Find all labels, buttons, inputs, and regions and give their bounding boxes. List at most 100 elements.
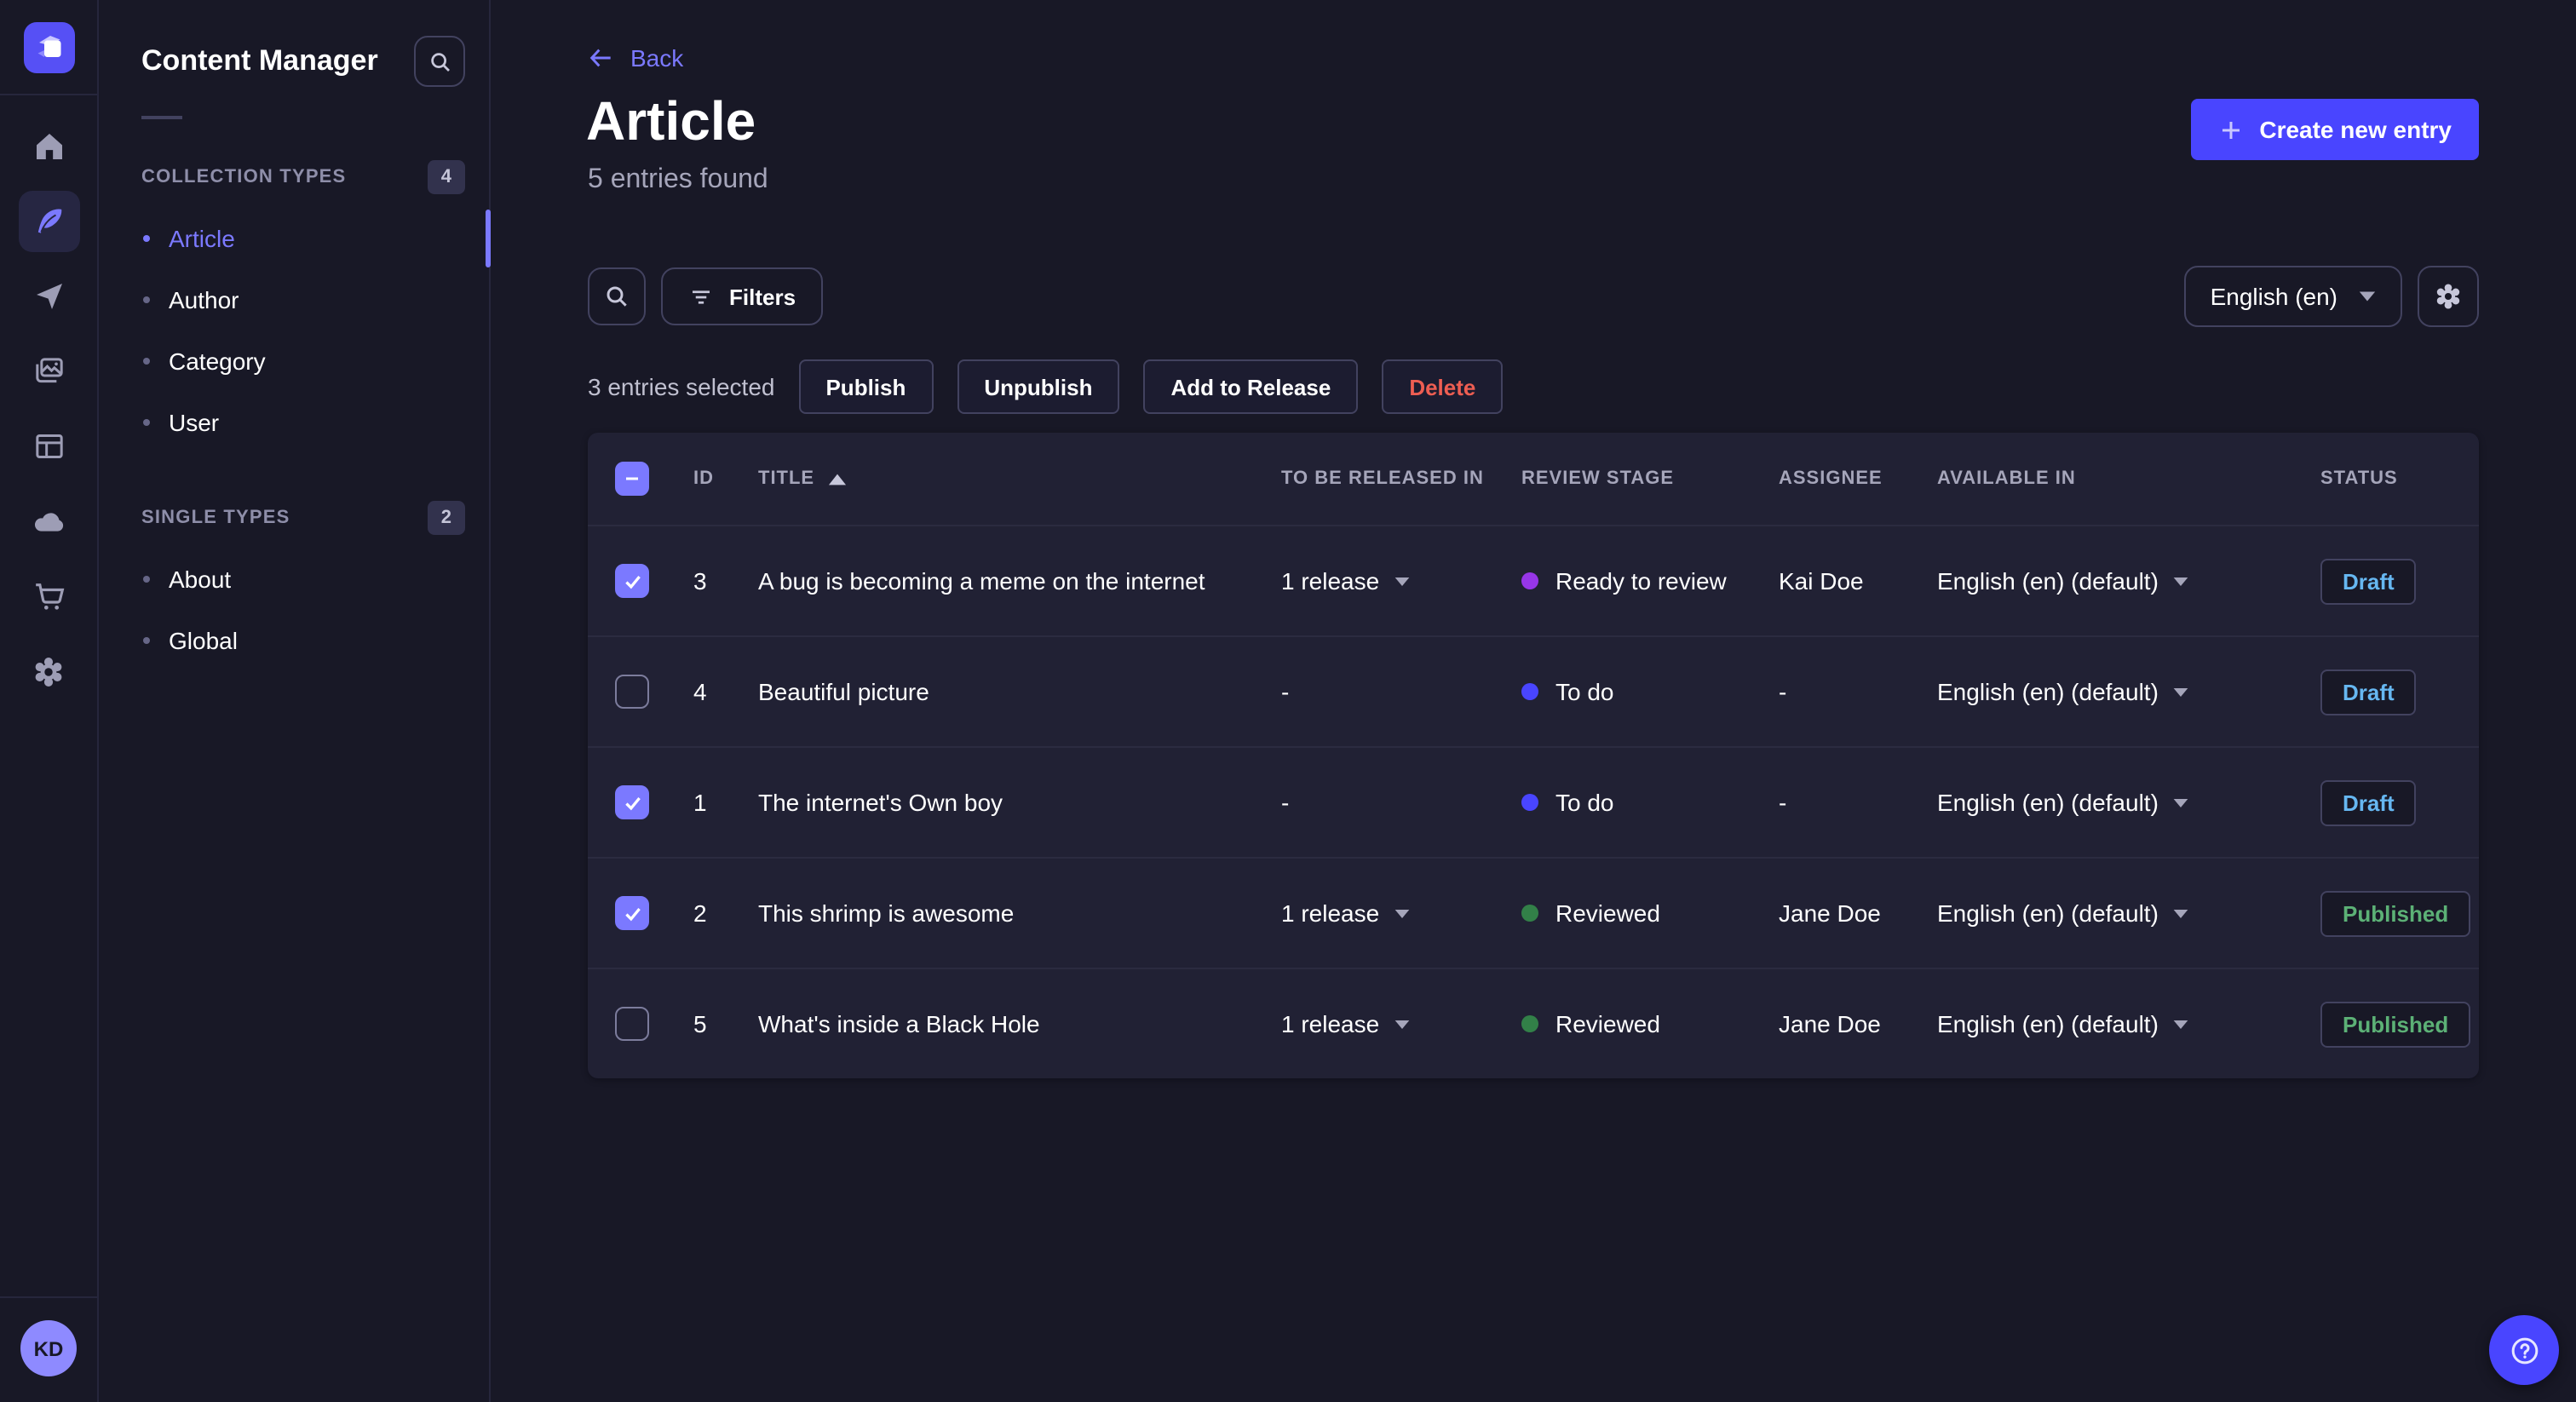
row-locale-dropdown[interactable]: English (en) (default) [1910,1010,2293,1037]
row-locale-dropdown[interactable]: English (en) (default) [1910,899,2293,927]
avatar-initials: KD [33,1336,64,1360]
selection-count: 3 entries selected [588,373,775,400]
row-checkbox-cell [588,1007,666,1041]
row-status-cell: Published [2293,890,2479,936]
search-icon [607,286,627,307]
bullet-icon [143,358,150,365]
row-title: This shrimp is awesome [758,899,1015,927]
sidebar-item-releases[interactable] [18,266,79,327]
entries-count: 5 entries found [588,165,768,194]
row-checkbox-cell [588,675,666,709]
collection-types-label: COLLECTION TYPES [141,167,347,187]
row-checkbox[interactable] [615,564,649,598]
collection-types-count: 4 [427,160,465,194]
row-assignee: - [1779,678,1787,705]
chevron-down-icon [1394,909,1409,917]
row-release-dropdown[interactable]: 1 release [1254,1010,1494,1037]
active-indicator [486,210,491,267]
sidebar-item-article[interactable]: Article [101,208,491,269]
row-checkbox-cell [588,564,666,598]
header-checkbox-cell [588,462,666,496]
delete-button[interactable]: Delete [1382,359,1504,414]
table-search-button[interactable] [588,267,646,325]
sidebar-item-user[interactable]: User [101,392,489,453]
content-manager-panel: Content Manager COLLECTION TYPES 4 Artic… [101,0,491,1402]
user-avatar[interactable]: KD [20,1320,77,1376]
create-new-entry-button[interactable]: Create new entry [2191,99,2479,160]
status-badge: Draft [2320,669,2417,715]
chevron-down-icon [2173,687,2188,696]
single-types-label: SINGLE TYPES [141,508,290,528]
table-row[interactable]: 3 A bug is becoming a meme on the intern… [588,525,2479,635]
sidebar-item-settings[interactable] [18,641,79,702]
row-checkbox[interactable] [615,896,649,930]
sidebar-item-global[interactable]: Global [101,610,489,671]
column-header-id[interactable]: ID [666,468,731,489]
rail-divider [0,94,98,95]
strapi-admin-app: KD Content Manager COLLECTION TYPES 4 Ar… [0,0,2576,1402]
column-header-stage[interactable]: REVIEW STAGE [1494,468,1751,489]
column-header-status[interactable]: STATUS [2293,468,2479,489]
row-status-cell: Draft [2293,558,2479,604]
sidebar-item-content-manager[interactable] [18,191,79,252]
sidebar-item-deploy[interactable] [18,491,79,552]
strapi-logo[interactable] [23,22,74,73]
row-release: - [1281,789,1290,816]
table-row[interactable]: 4 Beautiful picture - To do - English (e… [588,635,2479,746]
cloud-icon [33,513,63,531]
table-row[interactable]: 2 This shrimp is awesome 1 release Revie… [588,857,2479,968]
cart-icon [35,583,64,610]
sidebar-item-home[interactable] [18,116,79,177]
column-header-available[interactable]: AVAILABLE IN [1910,468,2293,489]
row-checkbox[interactable] [615,675,649,709]
panel-search-button[interactable] [414,36,465,87]
layout-icon [35,434,62,458]
help-button[interactable] [2489,1315,2559,1385]
view-settings-button[interactable] [2418,266,2479,327]
sidebar-item-content-type-builder[interactable] [18,416,79,477]
unpublish-button[interactable]: Unpublish [957,359,1120,414]
row-status-cell: Draft [2293,669,2479,715]
stage-dot [1521,905,1538,922]
sidebar-item-author[interactable]: Author [101,269,489,330]
back-link[interactable]: Back [588,44,683,72]
status-badge: Published [2320,890,2471,936]
collection-types-section: COLLECTION TYPES 4 Article Author Catego… [101,147,491,453]
row-id: 2 [693,899,707,927]
sidebar-item-media-library[interactable] [18,341,79,402]
publish-button[interactable]: Publish [798,359,934,414]
column-header-assignee[interactable]: ASSIGNEE [1751,468,1910,489]
table-row[interactable]: 5 What's inside a Black Hole 1 release R… [588,968,2479,1078]
stage-dot [1521,794,1538,811]
check-icon [624,907,640,921]
column-header-release[interactable]: TO BE RELEASED IN [1254,468,1494,489]
row-review-stage: To do [1494,789,1751,816]
row-release-dropdown[interactable]: 1 release [1254,567,1494,595]
row-review-stage: Reviewed [1494,899,1751,927]
table-row[interactable]: 1 The internet's Own boy - To do - Engli… [588,746,2479,857]
row-locale-dropdown[interactable]: English (en) (default) [1910,789,2293,816]
back-label: Back [630,44,684,72]
create-new-entry-label: Create new entry [2259,116,2452,143]
chevron-down-icon [1394,577,1409,585]
locale-select[interactable]: English (en) [2184,266,2402,327]
status-badge: Draft [2320,779,2417,825]
select-all-checkbox[interactable] [615,462,649,496]
row-locale-dropdown[interactable]: English (en) (default) [1910,567,2293,595]
row-release-dropdown[interactable]: 1 release [1254,899,1494,927]
row-checkbox[interactable] [615,785,649,819]
row-review-stage: To do [1494,678,1751,705]
add-to-release-button[interactable]: Add to Release [1143,359,1359,414]
sidebar-item-marketplace[interactable] [18,566,79,627]
chevron-down-icon [2173,909,2188,917]
column-header-title[interactable]: TITLE [731,468,1254,489]
row-locale-dropdown[interactable]: English (en) (default) [1910,678,2293,705]
sidebar-item-about[interactable]: About [101,549,489,610]
bullet-icon [143,419,150,426]
sidebar-item-category[interactable]: Category [101,330,489,392]
chevron-down-icon [1394,1020,1409,1028]
check-icon [624,796,640,810]
filters-button[interactable]: Filters [661,267,824,325]
strapi-logo-icon [23,22,74,73]
row-checkbox[interactable] [615,1007,649,1041]
